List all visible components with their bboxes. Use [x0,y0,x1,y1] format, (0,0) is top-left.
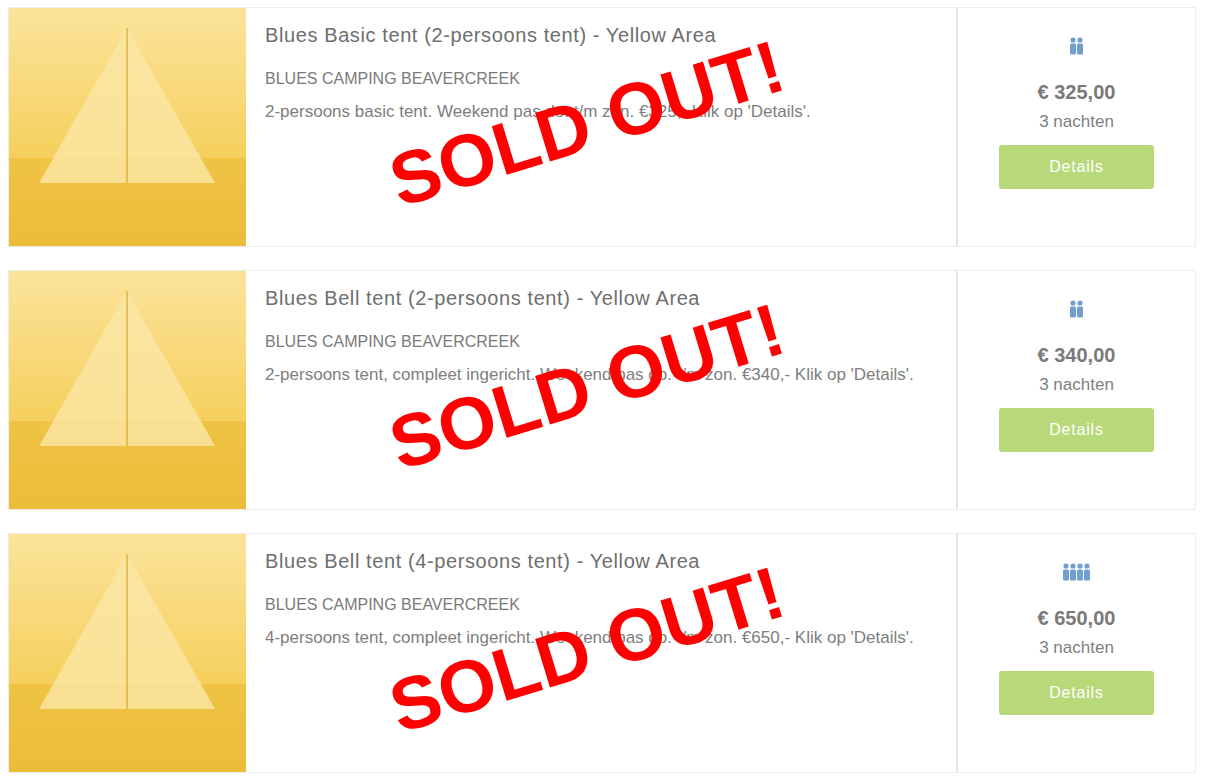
persons-icon [1069,300,1085,318]
listing-description: 2-persoons basic tent. Weekend pas do. t… [265,98,936,126]
listing-title: Blues Basic tent (2-persoons tent) - Yel… [265,22,936,48]
listing-info: Blues Bell tent (4-persoons tent) - Yell… [246,534,956,772]
listing-description: 2-persoons tent, compleet ingericht. Wee… [265,361,936,389]
details-button[interactable]: Details [999,408,1154,452]
sold-out-stamp: SOLD OUT! [382,29,793,219]
sold-out-stamp: SOLD OUT! [382,555,793,745]
listing-description: 4-persoons tent, compleet ingericht. Wee… [265,624,936,652]
listing-subtitle: BLUES CAMPING BEAVERCREEK [265,68,936,90]
details-button[interactable]: Details [999,671,1154,715]
listing-photo [9,271,246,509]
listing-photo [9,8,246,246]
listing-info: Blues Bell tent (2-persoons tent) - Yell… [246,271,956,509]
listing-title: Blues Bell tent (2-persoons tent) - Yell… [265,285,936,311]
price-panel: € 650,00 3 nachten Details [956,534,1195,772]
tent-photo-icon [9,534,246,772]
price-panel: € 325,00 3 nachten Details [956,8,1195,246]
nights: 3 nachten [1039,112,1114,132]
persons-icon [1069,37,1085,55]
listing-card: Blues Basic tent (2-persoons tent) - Yel… [8,7,1196,247]
sold-out-stamp: SOLD OUT! [382,292,793,482]
listing-subtitle: BLUES CAMPING BEAVERCREEK [265,331,936,353]
listing-title: Blues Bell tent (4-persoons tent) - Yell… [265,548,936,574]
listing-subtitle: BLUES CAMPING BEAVERCREEK [265,594,936,616]
price-panel: € 340,00 3 nachten Details [956,271,1195,509]
nights: 3 nachten [1039,638,1114,658]
nights: 3 nachten [1039,375,1114,395]
listing-page: Blues Basic tent (2-persoons tent) - Yel… [0,0,1208,779]
listing-photo [9,534,246,772]
listing-card: Blues Bell tent (4-persoons tent) - Yell… [8,533,1196,773]
tent-photo-icon [9,8,246,246]
details-button[interactable]: Details [999,145,1154,189]
listing-info: Blues Basic tent (2-persoons tent) - Yel… [246,8,956,246]
price: € 325,00 [1038,81,1116,104]
price: € 340,00 [1038,344,1116,367]
tent-photo-icon [9,271,246,509]
persons-icon [1062,563,1092,581]
listing-card: Blues Bell tent (2-persoons tent) - Yell… [8,270,1196,510]
price: € 650,00 [1038,607,1116,630]
